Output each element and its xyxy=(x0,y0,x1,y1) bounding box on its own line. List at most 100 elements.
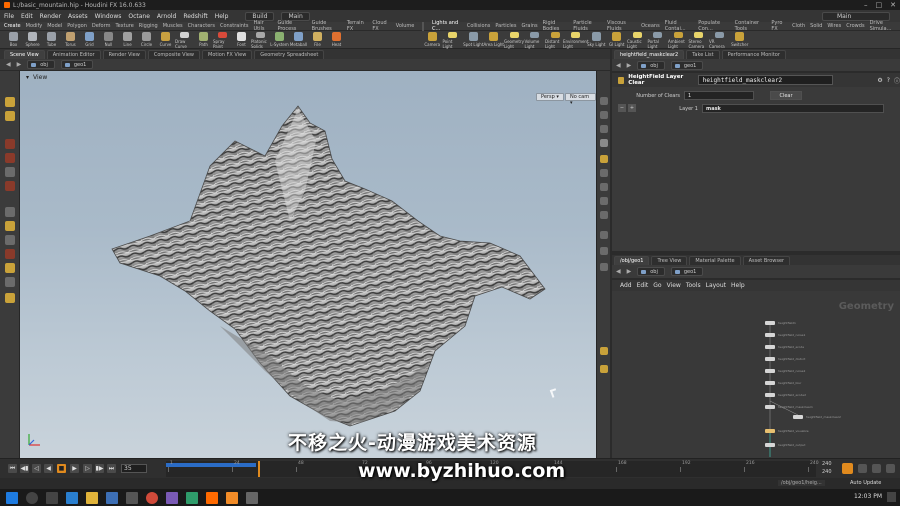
shelf-tool-portal-light[interactable]: Portal Light xyxy=(648,31,669,49)
tab-render-view[interactable]: Render View xyxy=(102,50,146,59)
back-icon[interactable]: ◀ xyxy=(6,61,11,68)
node-name-field[interactable]: heightfield_maskclear2 xyxy=(697,75,834,85)
tab-asset-browser[interactable]: Asset Browser xyxy=(742,256,791,265)
network-node[interactable] xyxy=(765,357,775,361)
next-key-icon[interactable]: ▷ xyxy=(83,464,92,473)
ghost-icon[interactable] xyxy=(600,139,608,147)
windows-start-icon[interactable] xyxy=(6,491,18,504)
persp-button[interactable]: Persp ▾ xyxy=(536,93,564,101)
light-icon[interactable] xyxy=(5,293,15,303)
net-path-node[interactable]: geo1 xyxy=(670,267,704,276)
network-node[interactable] xyxy=(765,443,775,447)
point-display-icon[interactable] xyxy=(600,183,608,191)
param-path-node[interactable]: geo1 xyxy=(670,60,704,70)
tab-performance-monitor[interactable]: Performance Monitor xyxy=(721,50,786,59)
shelf-tool-area-light[interactable]: Area Light xyxy=(484,31,505,49)
view-menu-icon[interactable]: ▾ xyxy=(26,74,29,81)
render-icon[interactable] xyxy=(600,365,608,373)
shelf-tab[interactable]: Volume xyxy=(396,23,415,29)
browser-icon[interactable] xyxy=(66,491,78,504)
shelf-tool-line[interactable]: Line xyxy=(118,31,137,49)
param-path-root[interactable]: obj xyxy=(637,60,665,70)
vlc-icon[interactable] xyxy=(226,491,238,504)
shelf-tool-environment-light[interactable]: Environment Light xyxy=(563,31,589,49)
jobs-label[interactable]: /obj/geo1/heig... xyxy=(778,480,825,486)
shelf-tool-draw-curve[interactable]: Draw Curve xyxy=(175,31,194,49)
help-icon[interactable]: ? xyxy=(887,77,890,84)
playhead[interactable] xyxy=(258,461,260,477)
shelf-tool-l-system[interactable]: L-System xyxy=(270,31,289,49)
network-node[interactable] xyxy=(765,321,775,325)
wireframe-icon[interactable] xyxy=(600,125,608,133)
menu-windows[interactable]: Windows xyxy=(95,13,122,20)
shelf-tool-point-light[interactable]: Point Light xyxy=(443,31,464,49)
jump-end-icon[interactable]: ⏭ xyxy=(107,464,116,473)
path-node[interactable]: geo1 xyxy=(60,60,94,69)
store-icon[interactable] xyxy=(126,491,138,504)
shelf-tab[interactable]: Crowds xyxy=(846,23,864,29)
scene-viewport[interactable]: ▾ View Persp ▾ No cam ▾ xyxy=(20,71,596,458)
shelf-tool-caustic-light[interactable]: Caustic Light xyxy=(627,31,648,49)
net-menu-edit[interactable]: Edit xyxy=(637,282,649,289)
flipbook-icon[interactable] xyxy=(600,347,608,355)
global-animation-icon[interactable] xyxy=(872,464,881,473)
lighting-icon[interactable] xyxy=(600,155,608,163)
shelf-tab[interactable]: Oceans xyxy=(641,23,660,29)
shelf-tab[interactable]: Cloth xyxy=(792,23,805,29)
shelf-tool-null[interactable]: Null xyxy=(99,31,118,49)
handle-tool-icon[interactable] xyxy=(5,167,15,177)
shelf-tab[interactable]: Rigging xyxy=(139,23,158,29)
menu-render[interactable]: Render xyxy=(40,13,61,20)
shelf-tool-file[interactable]: File xyxy=(308,31,327,49)
normal-display-icon[interactable] xyxy=(600,197,608,205)
shelf-tool-platonic-solids[interactable]: Platonic Solids xyxy=(251,31,270,49)
clear-button[interactable]: Clear xyxy=(770,91,802,100)
forward-icon[interactable]: ▶ xyxy=(627,268,632,275)
shelf-tab[interactable]: Collisions xyxy=(467,23,491,29)
background-icon[interactable] xyxy=(600,247,608,255)
shading-icon[interactable] xyxy=(600,111,608,119)
network-node[interactable] xyxy=(765,405,775,409)
network-node[interactable] xyxy=(765,429,775,433)
shelf-tool-grid[interactable]: Grid xyxy=(80,31,99,49)
network-node[interactable] xyxy=(765,333,775,337)
jump-start-icon[interactable]: ⏮ xyxy=(8,464,17,473)
shelf-tool-switcher[interactable]: Switcher xyxy=(730,31,751,49)
search-icon[interactable] xyxy=(26,491,38,504)
shelf-tool-geometry-light[interactable]: Geometry Light xyxy=(504,31,525,49)
forward-icon[interactable]: ▶ xyxy=(17,61,22,68)
network-node[interactable] xyxy=(765,393,775,397)
shelf-tab[interactable]: Grains xyxy=(521,23,537,29)
playbar-options-icon[interactable] xyxy=(886,464,895,473)
tab-motion-fx-view[interactable]: Motion FX View xyxy=(202,50,253,59)
net-path-root[interactable]: obj xyxy=(637,267,665,276)
tab-take-list[interactable]: Take List xyxy=(686,50,720,59)
uv-display-icon[interactable] xyxy=(600,211,608,219)
mail-icon[interactable] xyxy=(106,491,118,504)
shelf-tab[interactable]: Deform xyxy=(92,23,111,29)
chrome-icon[interactable] xyxy=(146,491,158,504)
auto-update-select[interactable]: Auto Update xyxy=(850,480,881,486)
app-icon-3[interactable] xyxy=(246,491,258,504)
network-node[interactable] xyxy=(765,369,775,373)
clock[interactable]: 12:03 PM xyxy=(854,493,882,500)
shelf-tool-circle[interactable]: Circle xyxy=(137,31,156,49)
shelf-tab[interactable]: Constraints xyxy=(220,23,249,29)
shelf-tool-stereo-camera[interactable]: Stereo Camera xyxy=(689,31,710,49)
tab-geometry-spreadsheet[interactable]: Geometry Spreadsheet xyxy=(254,50,325,59)
shelf-tab[interactable]: Create xyxy=(4,23,21,29)
menu-assets[interactable]: Assets xyxy=(68,13,88,20)
network-editor[interactable]: Geometry heightfield1 heightfield_noise1 h… xyxy=(612,291,900,458)
end-frame-top[interactable]: 240 xyxy=(822,461,832,467)
vertex-display-icon[interactable] xyxy=(600,231,608,239)
shelf-tool-torus[interactable]: Torus xyxy=(61,31,80,49)
tab-composite-view[interactable]: Composite View xyxy=(147,50,200,59)
tab-heightfield-maskclear2[interactable]: heightfield_maskclear2 xyxy=(614,50,685,59)
shelf-tool-sky-light[interactable]: Sky Light xyxy=(586,31,607,49)
stop-icon[interactable]: ■ xyxy=(57,464,66,473)
menu-redshift[interactable]: Redshift xyxy=(183,13,207,20)
camera-button[interactable]: No cam ▾ xyxy=(565,93,596,106)
tab--obj-geo1[interactable]: /obj/geo1 xyxy=(614,256,650,265)
remove-icon[interactable]: − xyxy=(618,104,626,112)
net-menu-add[interactable]: Add xyxy=(620,282,632,289)
